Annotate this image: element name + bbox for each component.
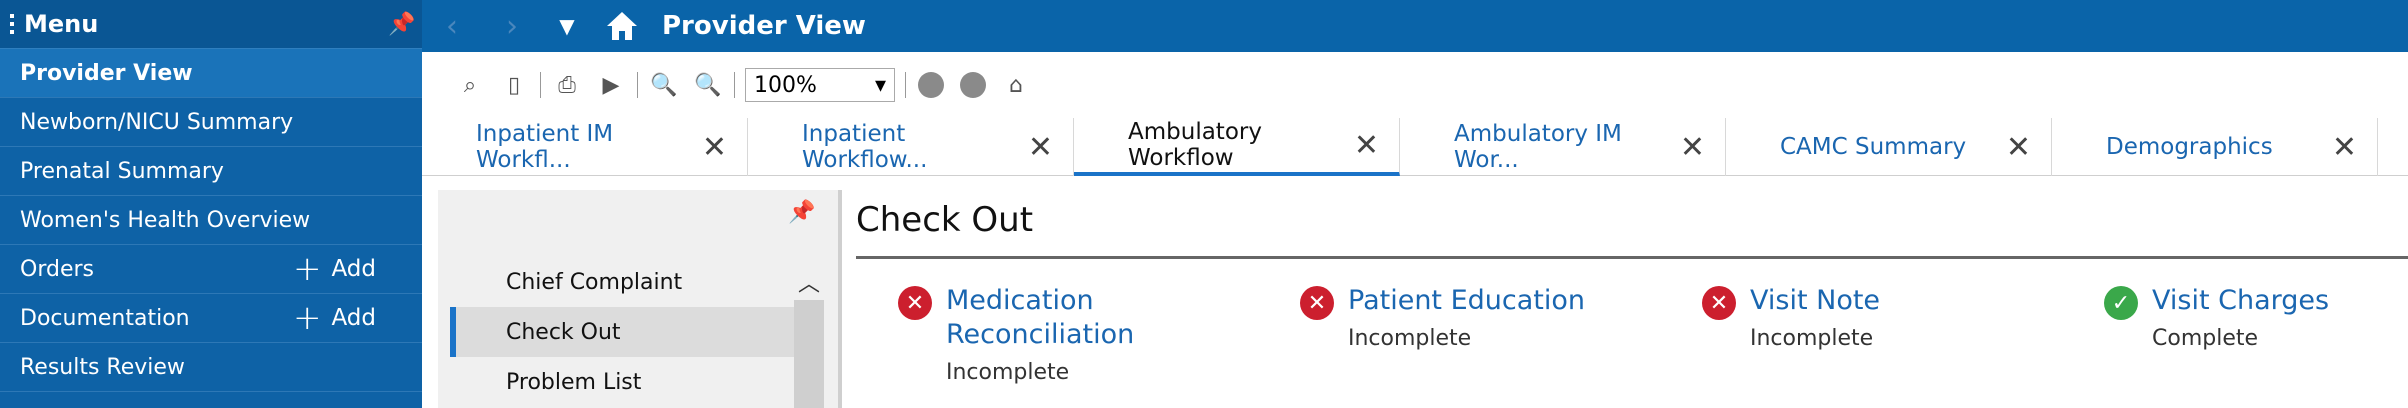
tab-label: Ambulatory Workflow xyxy=(1128,119,1262,171)
active-item-highlight xyxy=(450,307,812,357)
toolbar: ⌕ ▯ ⎙ ▶ 🔍 🔍 100% ▾ ⌂ xyxy=(422,52,2408,118)
tab-ambulatory-workflow[interactable]: Ambulatory Workflow ✕ xyxy=(1074,118,1400,176)
sidebar-item-label: Documentation xyxy=(20,305,190,331)
status-state: Complete xyxy=(2152,326,2259,351)
close-icon[interactable]: ✕ xyxy=(2332,130,2357,165)
menu-header: Menu 📌 xyxy=(0,0,422,49)
status-state: Incomplete xyxy=(1348,326,1472,351)
toolbar-divider xyxy=(734,72,735,98)
workflow-item-problem-list[interactable]: Problem List xyxy=(506,370,641,395)
status-medication-reconciliation[interactable]: ✕ Medication Reconciliation Incomplete xyxy=(898,284,1134,385)
status-name[interactable]: Medication xyxy=(946,284,1134,318)
sidebar-item-label: Provider View xyxy=(20,60,193,86)
tab-label: Ambulatory IM Wor... xyxy=(1454,121,1622,173)
status-state: Incomplete xyxy=(946,360,1070,385)
workflow-item-check-out[interactable]: Check Out xyxy=(506,320,621,345)
toolbar-divider xyxy=(540,72,541,98)
page-icon[interactable]: ▯ xyxy=(500,71,528,99)
close-icon[interactable]: ✕ xyxy=(1680,130,1705,165)
sidebar-item-womens-health[interactable]: Women's Health Overview xyxy=(0,196,422,245)
tab-inpatient-workflow[interactable]: Inpatient Workflow... ✕ xyxy=(748,118,1074,176)
sidebar-item-documentation[interactable]: Documentation + Add xyxy=(0,294,422,343)
sidebar-item-results-review[interactable]: Results Review xyxy=(0,343,422,392)
error-icon: ✕ xyxy=(1300,286,1334,320)
section-divider xyxy=(856,256,2408,259)
add-documentation-button[interactable]: + Add xyxy=(293,301,376,335)
close-icon[interactable]: ✕ xyxy=(1354,128,1379,163)
plus-icon: + xyxy=(292,298,322,338)
tab-label: Inpatient Workflow... xyxy=(802,121,928,173)
pin-icon[interactable]: 📌 xyxy=(382,12,422,37)
sidebar-item-label: Orders xyxy=(20,256,94,282)
zoom-out-icon[interactable]: 🔍 xyxy=(650,71,678,99)
status-visit-charges[interactable]: ✓ Visit Charges Complete xyxy=(2104,284,2329,351)
home-icon[interactable] xyxy=(592,10,652,42)
sidebar-item-newborn-nicu[interactable]: Newborn/NICU Summary xyxy=(0,98,422,147)
tab-label: CAMC Summary xyxy=(1780,134,1967,160)
zoom-select[interactable]: 100% ▾ xyxy=(745,68,895,102)
tab-label: Inpatient IM Workfl... xyxy=(476,121,614,173)
status-name-line2[interactable]: Reconciliation xyxy=(946,318,1134,352)
pane-divider[interactable] xyxy=(838,190,842,408)
home-icon[interactable]: ⌂ xyxy=(1002,71,1030,99)
status-state: Incomplete xyxy=(1750,326,1874,351)
print-icon[interactable]: ⎙ xyxy=(553,71,581,99)
scrollbar[interactable]: ︿ xyxy=(794,266,824,408)
tab-inpatient-im-workflow[interactable]: Inpatient IM Workfl... ✕ xyxy=(422,118,748,176)
status-visit-note[interactable]: ✕ Visit Note Incomplete xyxy=(1702,284,1880,351)
add-orders-button[interactable]: + Add xyxy=(293,252,376,286)
back-icon[interactable]: ‹ xyxy=(422,9,482,44)
binoculars-icon[interactable]: ⌕ xyxy=(456,71,484,99)
status-name[interactable]: Patient Education xyxy=(1348,284,1585,318)
zoom-in-icon[interactable]: 🔍 xyxy=(694,71,722,99)
pin-icon[interactable]: 📌 xyxy=(788,200,815,225)
circle-icon[interactable] xyxy=(918,72,944,98)
sidebar-item-provider-view[interactable]: Provider View xyxy=(0,49,422,98)
tab-camc-summary[interactable]: CAMC Summary ✕ xyxy=(1726,118,2052,176)
tab-bar: Inpatient IM Workfl... ✕ Inpatient Workf… xyxy=(422,118,2408,176)
error-icon: ✕ xyxy=(898,286,932,320)
add-label: Add xyxy=(331,305,376,331)
tab-ambulatory-im-workflow[interactable]: Ambulatory IM Wor... ✕ xyxy=(1400,118,1726,176)
close-icon[interactable]: ✕ xyxy=(2006,130,2031,165)
status-patient-education[interactable]: ✕ Patient Education Incomplete xyxy=(1300,284,1585,351)
sidebar-menu: Menu 📌 Provider View Newborn/NICU Summar… xyxy=(0,0,422,408)
circle-icon[interactable] xyxy=(960,72,986,98)
chevron-down-icon[interactable]: ▼ xyxy=(542,14,592,38)
toolbar-divider xyxy=(637,72,638,98)
zoom-value: 100% xyxy=(754,72,817,98)
drag-handle-icon[interactable] xyxy=(10,14,14,34)
add-label: Add xyxy=(331,256,376,282)
workflow-item-chief-complaint[interactable]: Chief Complaint xyxy=(506,270,682,295)
toolbar-divider xyxy=(905,72,906,98)
close-icon[interactable]: ✕ xyxy=(702,130,727,165)
plus-icon: + xyxy=(292,249,322,289)
chevron-down-icon: ▾ xyxy=(874,72,886,98)
status-name[interactable]: Visit Note xyxy=(1750,284,1880,318)
page-next-icon[interactable]: ▶ xyxy=(597,71,625,99)
sidebar-item-label: Prenatal Summary xyxy=(20,158,224,184)
tab-demographics[interactable]: Demographics ✕ xyxy=(2052,118,2378,176)
check-icon: ✓ xyxy=(2104,286,2138,320)
sidebar-item-orders[interactable]: Orders + Add xyxy=(0,245,422,294)
close-icon[interactable]: ✕ xyxy=(1028,130,1053,165)
error-icon: ✕ xyxy=(1702,286,1736,320)
forward-icon[interactable]: › xyxy=(482,9,542,44)
status-name[interactable]: Visit Charges xyxy=(2152,284,2329,318)
workflow-pane: 📌 Chief Complaint Check Out Problem List… xyxy=(438,190,838,408)
menu-title: Menu xyxy=(24,10,99,38)
page-title: Provider View xyxy=(662,11,866,41)
sidebar-item-label: Newborn/NICU Summary xyxy=(20,109,294,135)
top-bar: ‹ › ▼ Provider View xyxy=(422,0,2408,52)
sidebar-item-label: Results Review xyxy=(20,354,185,380)
sidebar-item-prenatal[interactable]: Prenatal Summary xyxy=(0,147,422,196)
sidebar-item-label: Women's Health Overview xyxy=(20,207,311,233)
chevron-up-icon[interactable]: ︿ xyxy=(794,266,824,298)
scrollbar-track[interactable] xyxy=(794,300,824,408)
tab-label: Demographics xyxy=(2106,134,2273,160)
section-title: Check Out xyxy=(856,200,1034,240)
